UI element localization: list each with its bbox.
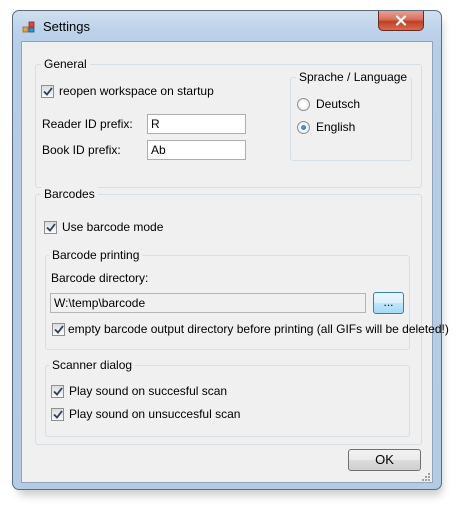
- resize-grip-icon[interactable]: [420, 470, 430, 481]
- sound-failure-label[interactable]: Play sound on unsuccesful scan: [69, 406, 240, 422]
- language-group: Sprache / Language Deutsch English: [290, 70, 412, 161]
- barcodes-group-label: Barcodes: [41, 187, 98, 201]
- use-barcode-mode-checkbox[interactable]: [44, 221, 57, 234]
- scanner-dialog-group-label: Scanner dialog: [49, 358, 136, 372]
- title-bar[interactable]: Settings: [13, 11, 441, 41]
- ok-button[interactable]: OK: [348, 449, 421, 471]
- book-id-input[interactable]: Ab: [147, 140, 246, 160]
- radio-english[interactable]: [297, 121, 310, 134]
- radio-english-label[interactable]: English: [316, 119, 355, 135]
- radio-deutsch-label[interactable]: Deutsch: [316, 96, 360, 112]
- barcode-directory-label: Barcode directory:: [51, 271, 149, 285]
- reopen-workspace-label[interactable]: reopen workspace on startup: [59, 83, 214, 99]
- use-barcode-mode-label[interactable]: Use barcode mode: [62, 219, 163, 235]
- reader-id-input[interactable]: R: [147, 114, 246, 134]
- client-area: General reopen workspace on startup Read…: [21, 41, 449, 483]
- general-group: General reopen workspace on startup Read…: [35, 57, 422, 188]
- barcode-directory-input[interactable]: W:\temp\barcode: [50, 293, 366, 313]
- close-button[interactable]: [378, 11, 424, 31]
- sound-failure-checkbox[interactable]: [51, 408, 64, 421]
- settings-app-icon: [22, 20, 36, 34]
- radio-deutsch[interactable]: [297, 98, 310, 111]
- language-group-label: Sprache / Language: [296, 70, 411, 84]
- scanner-dialog-group: Scanner dialog Play sound on succesful s…: [45, 358, 410, 437]
- reopen-workspace-checkbox[interactable]: [41, 85, 54, 98]
- general-group-label: General: [41, 57, 90, 71]
- sound-success-label[interactable]: Play sound on succesful scan: [69, 383, 227, 399]
- browse-button[interactable]: ...: [373, 292, 404, 314]
- barcode-printing-group: Barcode printing Barcode directory: W:\t…: [45, 248, 449, 350]
- settings-window: Settings General reopen workspace on sta…: [12, 10, 449, 490]
- barcode-printing-group-label: Barcode printing: [49, 248, 143, 262]
- empty-directory-label[interactable]: empty barcode output directory before pr…: [68, 321, 449, 337]
- book-id-label: Book ID prefix:: [42, 143, 121, 157]
- reader-id-label: Reader ID prefix:: [42, 117, 133, 131]
- window-title: Settings: [43, 19, 90, 34]
- barcodes-group: Barcodes Use barcode mode Barcode printi…: [35, 187, 449, 445]
- close-icon: [395, 15, 407, 26]
- radio-selected-dot: [301, 125, 306, 130]
- empty-directory-checkbox[interactable]: [52, 323, 65, 336]
- sound-success-checkbox[interactable]: [51, 385, 64, 398]
